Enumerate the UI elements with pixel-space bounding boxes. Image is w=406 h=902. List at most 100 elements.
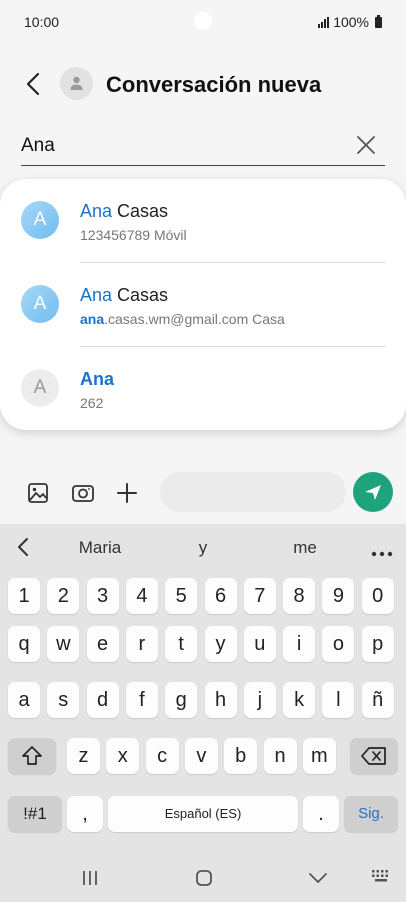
send-icon — [365, 485, 381, 500]
key-p[interactable]: p — [361, 626, 394, 662]
contact-suggestions: A Ana Casas 123456789 Móvil A Ana Casas … — [0, 179, 406, 430]
home-button[interactable] — [192, 866, 216, 890]
suggestion-item[interactable]: A Ana Casas 123456789 Móvil — [0, 179, 406, 263]
image-icon — [28, 483, 48, 503]
key-s[interactable]: s — [47, 682, 80, 718]
recipient-field — [21, 128, 385, 166]
key-ñ[interactable]: ñ — [361, 682, 394, 718]
key-7[interactable]: 7 — [243, 578, 276, 614]
person-icon — [70, 76, 83, 90]
comma-key[interactable]: , — [67, 796, 103, 832]
key-a[interactable]: a — [8, 682, 40, 718]
status-bar: 10:00 100% — [0, 0, 406, 44]
enter-key[interactable]: Sig. — [344, 796, 398, 832]
attach-button[interactable] — [114, 480, 140, 506]
key-1[interactable]: 1 — [8, 578, 40, 614]
message-composer — [0, 466, 406, 522]
key-u[interactable]: u — [243, 626, 276, 662]
message-input[interactable] — [160, 472, 346, 512]
key-5[interactable]: 5 — [165, 578, 198, 614]
navigation-bar — [0, 854, 406, 902]
contact-avatar: A — [21, 285, 59, 323]
shift-key[interactable] — [8, 738, 56, 774]
key-4[interactable]: 4 — [125, 578, 158, 614]
send-button[interactable] — [353, 472, 393, 512]
key-g[interactable]: g — [165, 682, 198, 718]
status-time: 10:00 — [24, 14, 60, 30]
battery-icon — [375, 14, 382, 28]
status-right: 100% — [318, 14, 382, 30]
keyboard-switch-button[interactable] — [370, 868, 392, 884]
key-i[interactable]: i — [283, 626, 316, 662]
name-rest: Casas — [112, 201, 169, 221]
key-k[interactable]: k — [283, 682, 316, 718]
detail-rest: .casas.wm@gmail.com Casa — [104, 311, 285, 327]
suggestion-bar: Maria y me — [0, 524, 406, 570]
key-8[interactable]: 8 — [283, 578, 316, 614]
contact-avatar-button[interactable] — [60, 67, 93, 100]
backspace-key[interactable] — [350, 738, 398, 774]
suggestion-word[interactable]: y — [199, 538, 208, 558]
key-l[interactable]: l — [322, 682, 355, 718]
key-z[interactable]: z — [67, 738, 100, 774]
key-e[interactable]: e — [86, 626, 119, 662]
key-f[interactable]: f — [125, 682, 158, 718]
suggestion-back-button[interactable] — [14, 535, 34, 559]
key-t[interactable]: t — [165, 626, 198, 662]
page-title: Conversación nueva — [106, 72, 322, 97]
key-y[interactable]: y — [204, 626, 237, 662]
key-w[interactable]: w — [47, 626, 80, 662]
contact-avatar: A — [21, 369, 59, 407]
key-c[interactable]: c — [145, 738, 179, 774]
contact-detail: ana.casas.wm@gmail.com Casa — [80, 311, 285, 327]
key-b[interactable]: b — [224, 738, 258, 774]
key-m[interactable]: m — [302, 738, 336, 774]
name-match: Ana — [80, 201, 113, 221]
recents-icon — [83, 871, 97, 885]
period-key[interactable]: . — [303, 796, 339, 832]
suggestion-word[interactable]: Maria — [79, 538, 122, 558]
contact-name: Ana — [80, 369, 115, 389]
backspace-icon — [361, 747, 386, 765]
gallery-button[interactable] — [25, 480, 51, 506]
keyboard: Maria y me 1234567890 qwertyuiop asdfghj… — [0, 524, 406, 902]
camera-icon — [72, 485, 94, 502]
key-9[interactable]: 9 — [322, 578, 355, 614]
key-o[interactable]: o — [322, 626, 355, 662]
space-key[interactable]: Español (ES) — [108, 796, 298, 832]
detail-match: ana — [80, 311, 105, 327]
contact-detail: 262 — [80, 395, 104, 411]
key-r[interactable]: r — [125, 626, 158, 662]
more-options-button[interactable] — [371, 544, 393, 557]
suggestion-word[interactable]: me — [293, 538, 317, 558]
key-d[interactable]: d — [86, 682, 119, 718]
key-v[interactable]: v — [184, 738, 218, 774]
suggestion-item[interactable]: A Ana 262 — [0, 347, 406, 431]
key-n[interactable]: n — [263, 738, 297, 774]
chevron-left-icon — [18, 538, 28, 556]
screen: 10:00 100% Conversación nueva Ana A Ana … — [0, 0, 406, 902]
key-6[interactable]: 6 — [204, 578, 237, 614]
signal-icon — [318, 16, 330, 28]
back-button[interactable] — [20, 68, 48, 100]
key-j[interactable]: j — [243, 682, 276, 718]
contact-name: Ana Casas — [80, 285, 168, 306]
recent-apps-button[interactable] — [78, 868, 102, 888]
close-icon — [357, 136, 375, 154]
clear-button[interactable] — [355, 134, 377, 156]
key-3[interactable]: 3 — [86, 578, 119, 614]
plus-icon — [117, 483, 137, 503]
key-0[interactable]: 0 — [361, 578, 394, 614]
contact-avatar: A — [21, 201, 59, 239]
recipient-input[interactable] — [21, 134, 341, 158]
camera-button[interactable] — [70, 480, 96, 506]
key-q[interactable]: q — [8, 626, 40, 662]
hide-keyboard-button[interactable] — [306, 868, 330, 888]
more-icon — [371, 551, 393, 557]
key-x[interactable]: x — [106, 738, 140, 774]
chevron-down-icon — [309, 873, 327, 883]
key-h[interactable]: h — [204, 682, 237, 718]
key-2[interactable]: 2 — [47, 578, 80, 614]
suggestion-item[interactable]: A Ana Casas ana.casas.wm@gmail.com Casa — [0, 263, 406, 347]
symbols-key[interactable]: !#1 — [8, 796, 62, 832]
